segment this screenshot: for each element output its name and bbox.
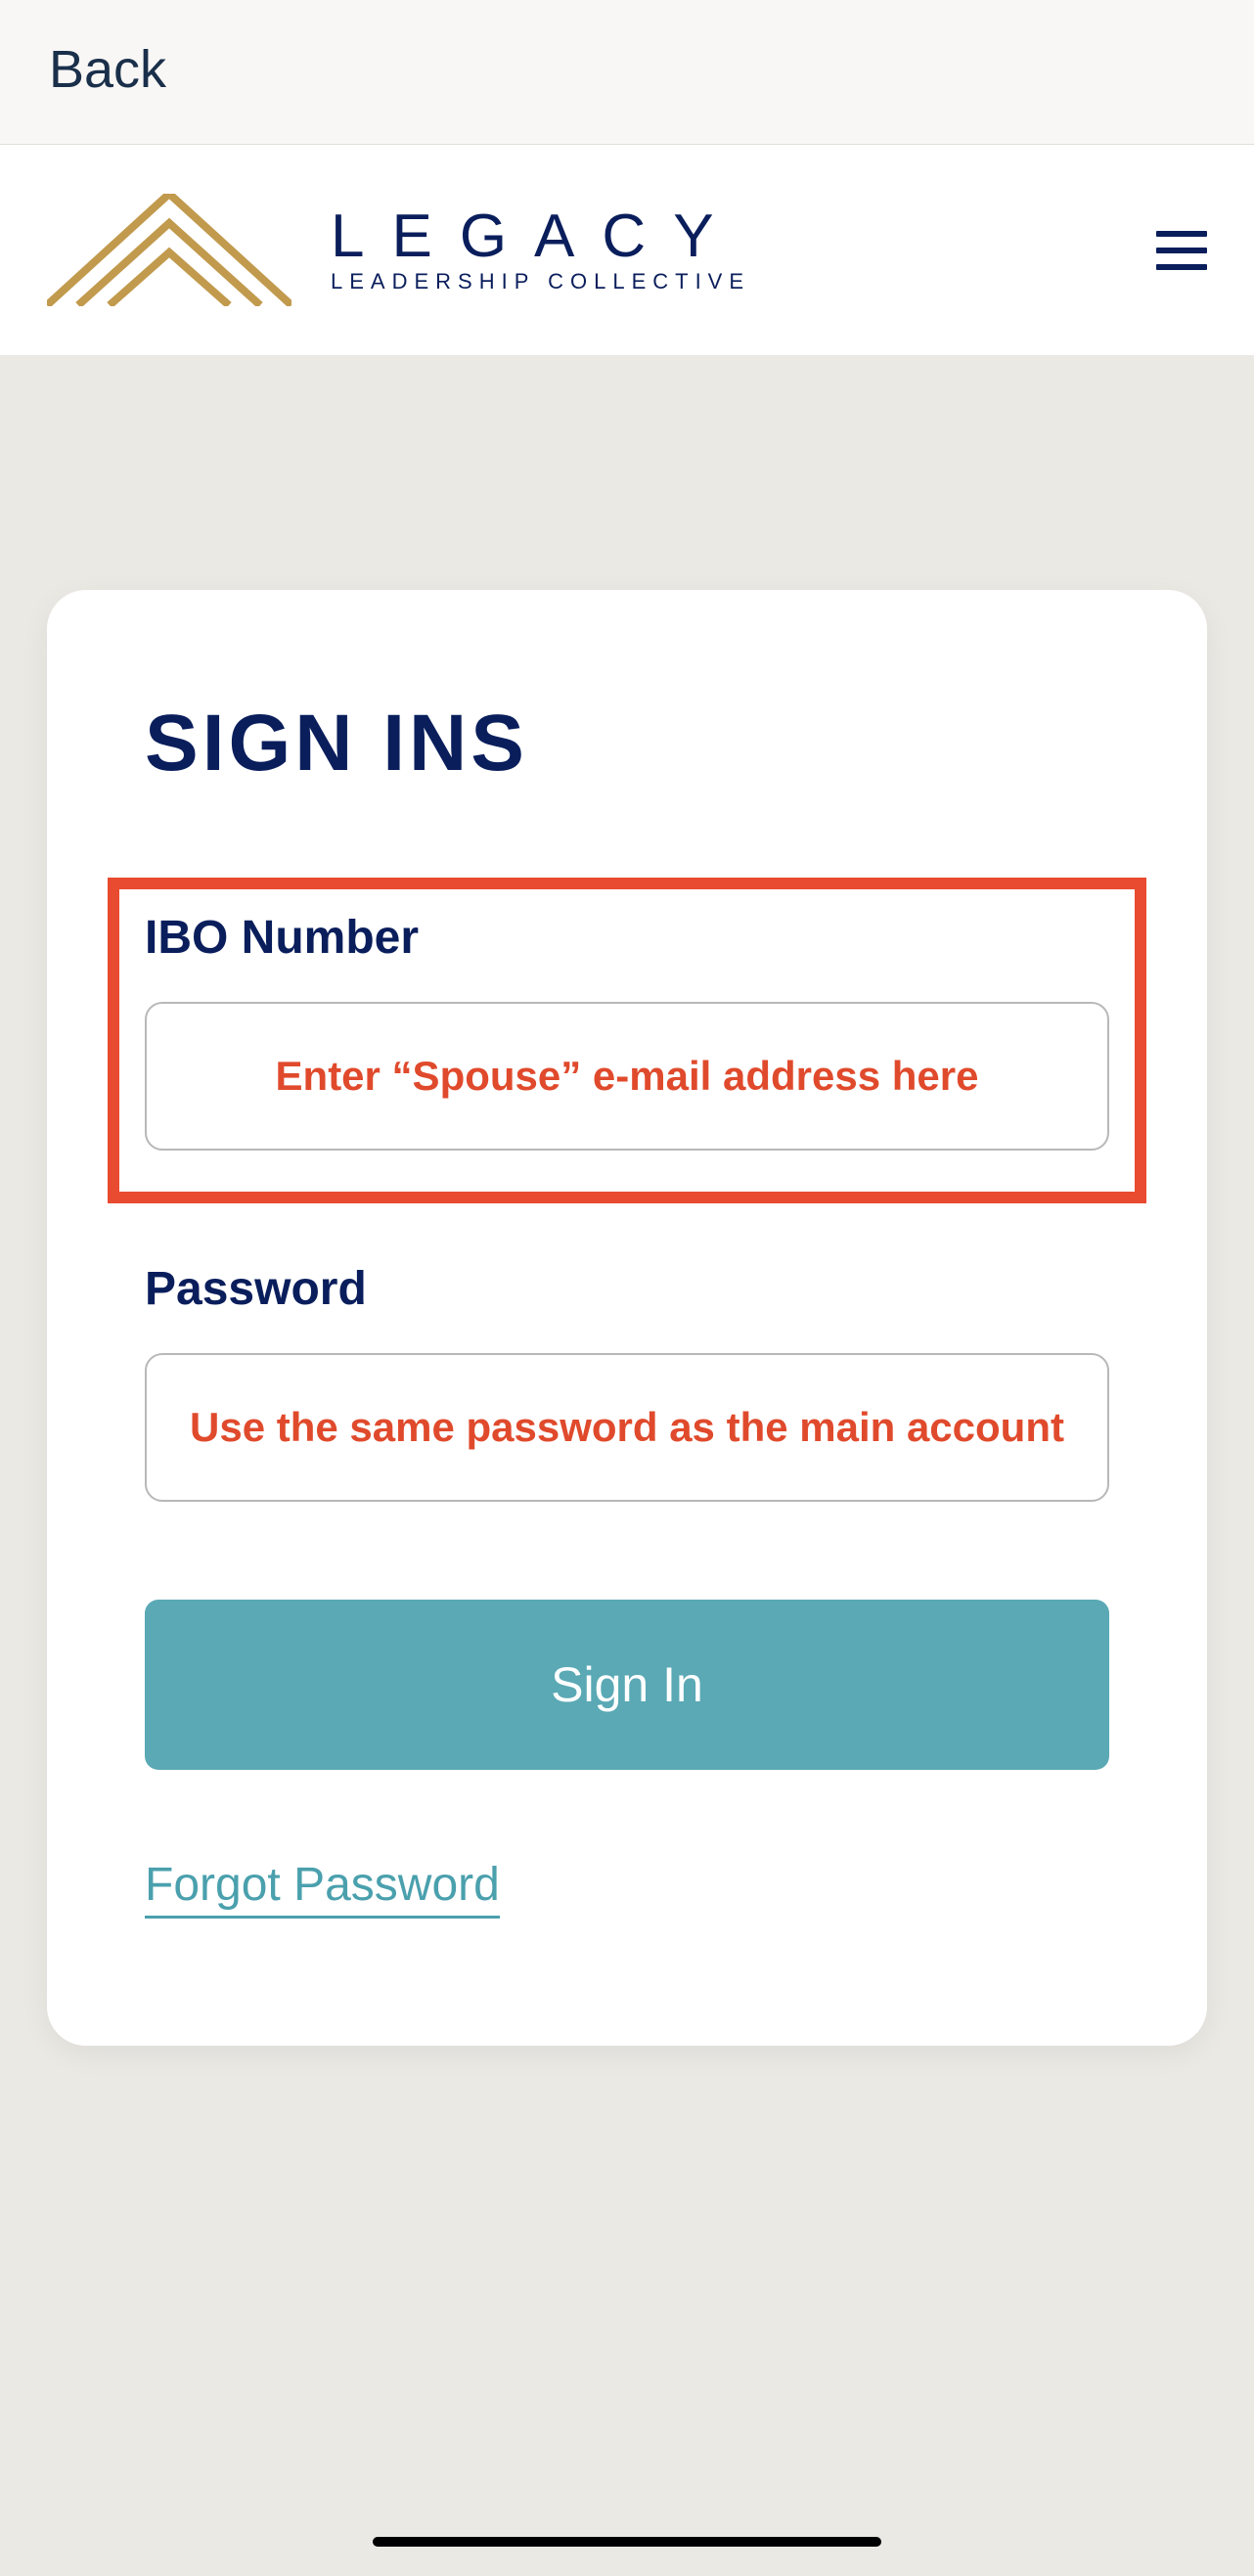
password-label: Password <box>145 1262 1109 1316</box>
ibo-number-input[interactable] <box>145 1002 1109 1151</box>
app-header: LEGACY LEADERSHIP COLLECTIVE <box>0 145 1254 355</box>
logo-icon <box>47 194 291 306</box>
main-content: SIGN INS IBO Number Password Sign In For… <box>0 355 1254 2046</box>
home-indicator[interactable] <box>373 2537 881 2547</box>
signin-card: SIGN INS IBO Number Password Sign In For… <box>47 590 1207 2046</box>
ibo-field-group: IBO Number <box>108 878 1146 1203</box>
page-title: SIGN INS <box>145 698 1109 790</box>
ibo-number-label: IBO Number <box>145 911 1109 965</box>
logo-subtitle: LEADERSHIP COLLECTIVE <box>331 269 750 294</box>
menu-button[interactable] <box>1156 227 1207 274</box>
password-field-group: Password <box>145 1262 1109 1502</box>
signin-button[interactable]: Sign In <box>145 1600 1109 1770</box>
top-navigation-bar: Back <box>0 0 1254 145</box>
forgot-password-link[interactable]: Forgot Password <box>145 1858 500 1919</box>
hamburger-icon <box>1156 264 1207 270</box>
hamburger-icon <box>1156 231 1207 237</box>
logo-text-block: LEGACY LEADERSHIP COLLECTIVE <box>331 206 750 294</box>
logo[interactable]: LEGACY LEADERSHIP COLLECTIVE <box>47 194 750 306</box>
hamburger-icon <box>1156 248 1207 253</box>
logo-title: LEGACY <box>331 206 750 267</box>
password-input[interactable] <box>145 1353 1109 1502</box>
back-button[interactable]: Back <box>49 40 166 99</box>
